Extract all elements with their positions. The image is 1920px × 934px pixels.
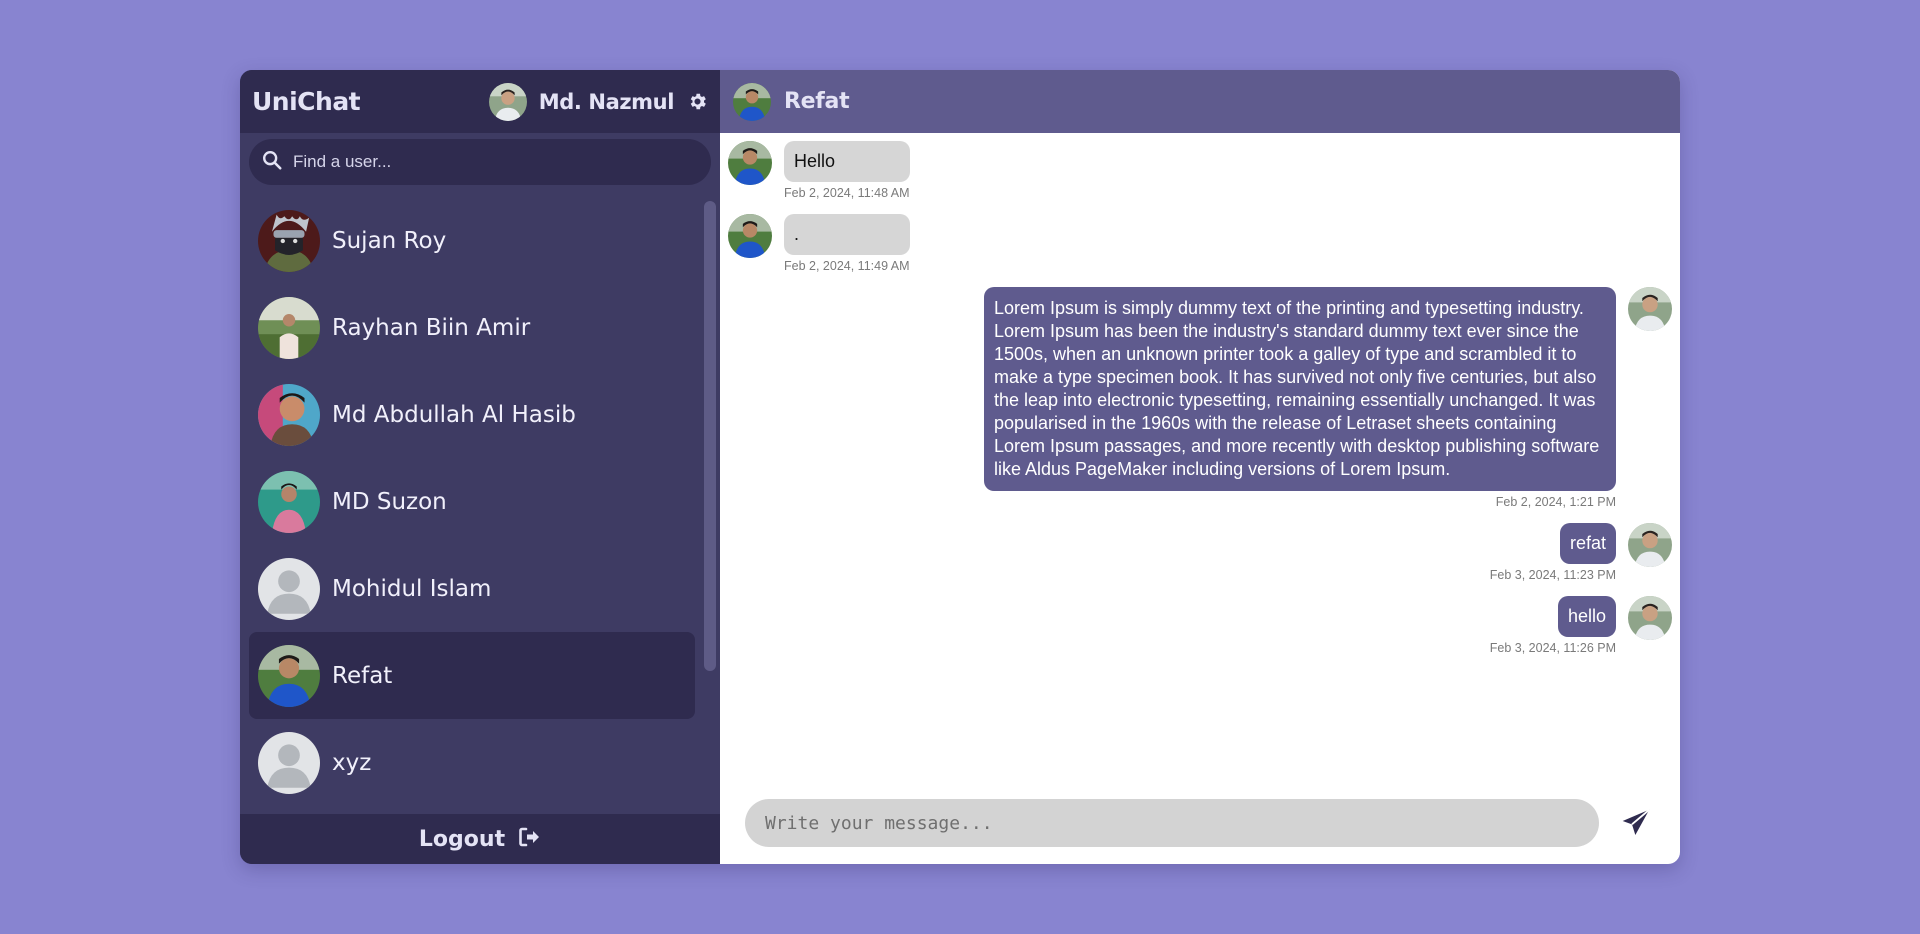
sidebar-header: UniChat Md. Nazmul xyxy=(240,70,720,133)
search-box xyxy=(249,139,711,185)
user-name: Rayhan Biin Amir xyxy=(332,314,531,341)
chat-panel: Refat Hello Feb 2, 2024, 11:48 AM . Feb … xyxy=(720,70,1680,864)
message-timestamp: Feb 2, 2024, 11:48 AM xyxy=(784,186,910,200)
app-brand: UniChat xyxy=(252,87,361,116)
logout-icon xyxy=(517,825,541,854)
avatar xyxy=(258,384,320,446)
user-item-refat[interactable]: Refat xyxy=(249,632,695,719)
message-composer xyxy=(720,782,1680,864)
message-bubble: Hello xyxy=(784,141,910,182)
user-item-xyz[interactable]: xyz xyxy=(249,719,695,806)
message-incoming: . Feb 2, 2024, 11:49 AM xyxy=(728,214,1672,273)
message-bubble: . xyxy=(784,214,910,255)
default-avatar xyxy=(258,732,320,794)
message-bubble: refat xyxy=(1559,523,1616,564)
message-outgoing: Lorem Ipsum is simply dummy text of the … xyxy=(728,287,1672,509)
chat-partner-avatar xyxy=(733,83,771,121)
current-user: Md. Nazmul xyxy=(489,83,708,121)
default-avatar xyxy=(258,558,320,620)
logout-button[interactable]: Logout xyxy=(240,814,720,864)
avatar xyxy=(258,645,320,707)
user-item-sujan-roy[interactable]: Sujan Roy xyxy=(249,197,695,284)
chat-header: Refat xyxy=(720,70,1680,133)
user-item-md-suzon[interactable]: MD Suzon xyxy=(249,458,695,545)
message-outgoing: refat Feb 3, 2024, 11:23 PM xyxy=(728,523,1672,582)
message-incoming: Hello Feb 2, 2024, 11:48 AM xyxy=(728,141,1672,200)
sender-avatar xyxy=(1628,596,1672,640)
sender-avatar xyxy=(728,141,772,185)
sender-avatar xyxy=(1628,287,1672,331)
user-list-scrollbar[interactable] xyxy=(704,201,716,671)
message-timestamp: Feb 2, 2024, 1:21 PM xyxy=(1495,495,1616,509)
chat-partner-name: Refat xyxy=(784,89,850,114)
message-bubble: hello xyxy=(1557,596,1616,637)
search-icon xyxy=(261,149,283,176)
user-list: Sujan Roy Rayhan Biin Amir Md Abdullah A… xyxy=(249,197,695,806)
sender-avatar xyxy=(728,214,772,258)
search-area xyxy=(240,133,720,191)
user-name: Refat xyxy=(332,662,393,689)
user-item-rayhan-biin-amir[interactable]: Rayhan Biin Amir xyxy=(249,284,695,371)
message-field xyxy=(745,799,1599,847)
sidebar: UniChat Md. Nazmul Find a user... Sujan … xyxy=(240,70,720,864)
user-list-container: Sujan Roy Rayhan Biin Amir Md Abdullah A… xyxy=(240,191,720,814)
message-timestamp: Feb 2, 2024, 11:49 AM xyxy=(784,259,910,273)
user-name: MD Suzon xyxy=(332,488,447,515)
message-timestamp: Feb 3, 2024, 11:26 PM xyxy=(1489,641,1616,655)
sender-avatar xyxy=(1628,523,1672,567)
avatar xyxy=(258,297,320,359)
user-name: Md Abdullah Al Hasib xyxy=(332,401,576,428)
message-timestamp: Feb 3, 2024, 11:23 PM xyxy=(1489,568,1616,582)
user-name: Sujan Roy xyxy=(332,227,447,254)
message-bubble: Lorem Ipsum is simply dummy text of the … xyxy=(984,287,1616,491)
logout-label: Logout xyxy=(418,826,506,852)
message-input[interactable] xyxy=(765,812,1579,834)
user-item-mohidul-islam[interactable]: Mohidul Islam xyxy=(249,545,695,632)
send-icon[interactable] xyxy=(1617,804,1655,842)
search-input[interactable] xyxy=(293,152,699,172)
avatar xyxy=(258,471,320,533)
message-list: Hello Feb 2, 2024, 11:48 AM . Feb 2, 202… xyxy=(720,133,1680,782)
current-user-avatar xyxy=(489,83,527,121)
user-item-md-abdullah-al-hasib[interactable]: Md Abdullah Al Hasib xyxy=(249,371,695,458)
avatar xyxy=(258,210,320,272)
user-name: Mohidul Islam xyxy=(332,575,492,602)
current-user-name: Md. Nazmul xyxy=(538,89,675,114)
user-name: xyz xyxy=(332,749,372,776)
chat-app-window: UniChat Md. Nazmul Find a user... Sujan … xyxy=(240,70,1680,864)
gear-icon[interactable] xyxy=(686,91,708,113)
message-outgoing: hello Feb 3, 2024, 11:26 PM xyxy=(728,596,1672,655)
